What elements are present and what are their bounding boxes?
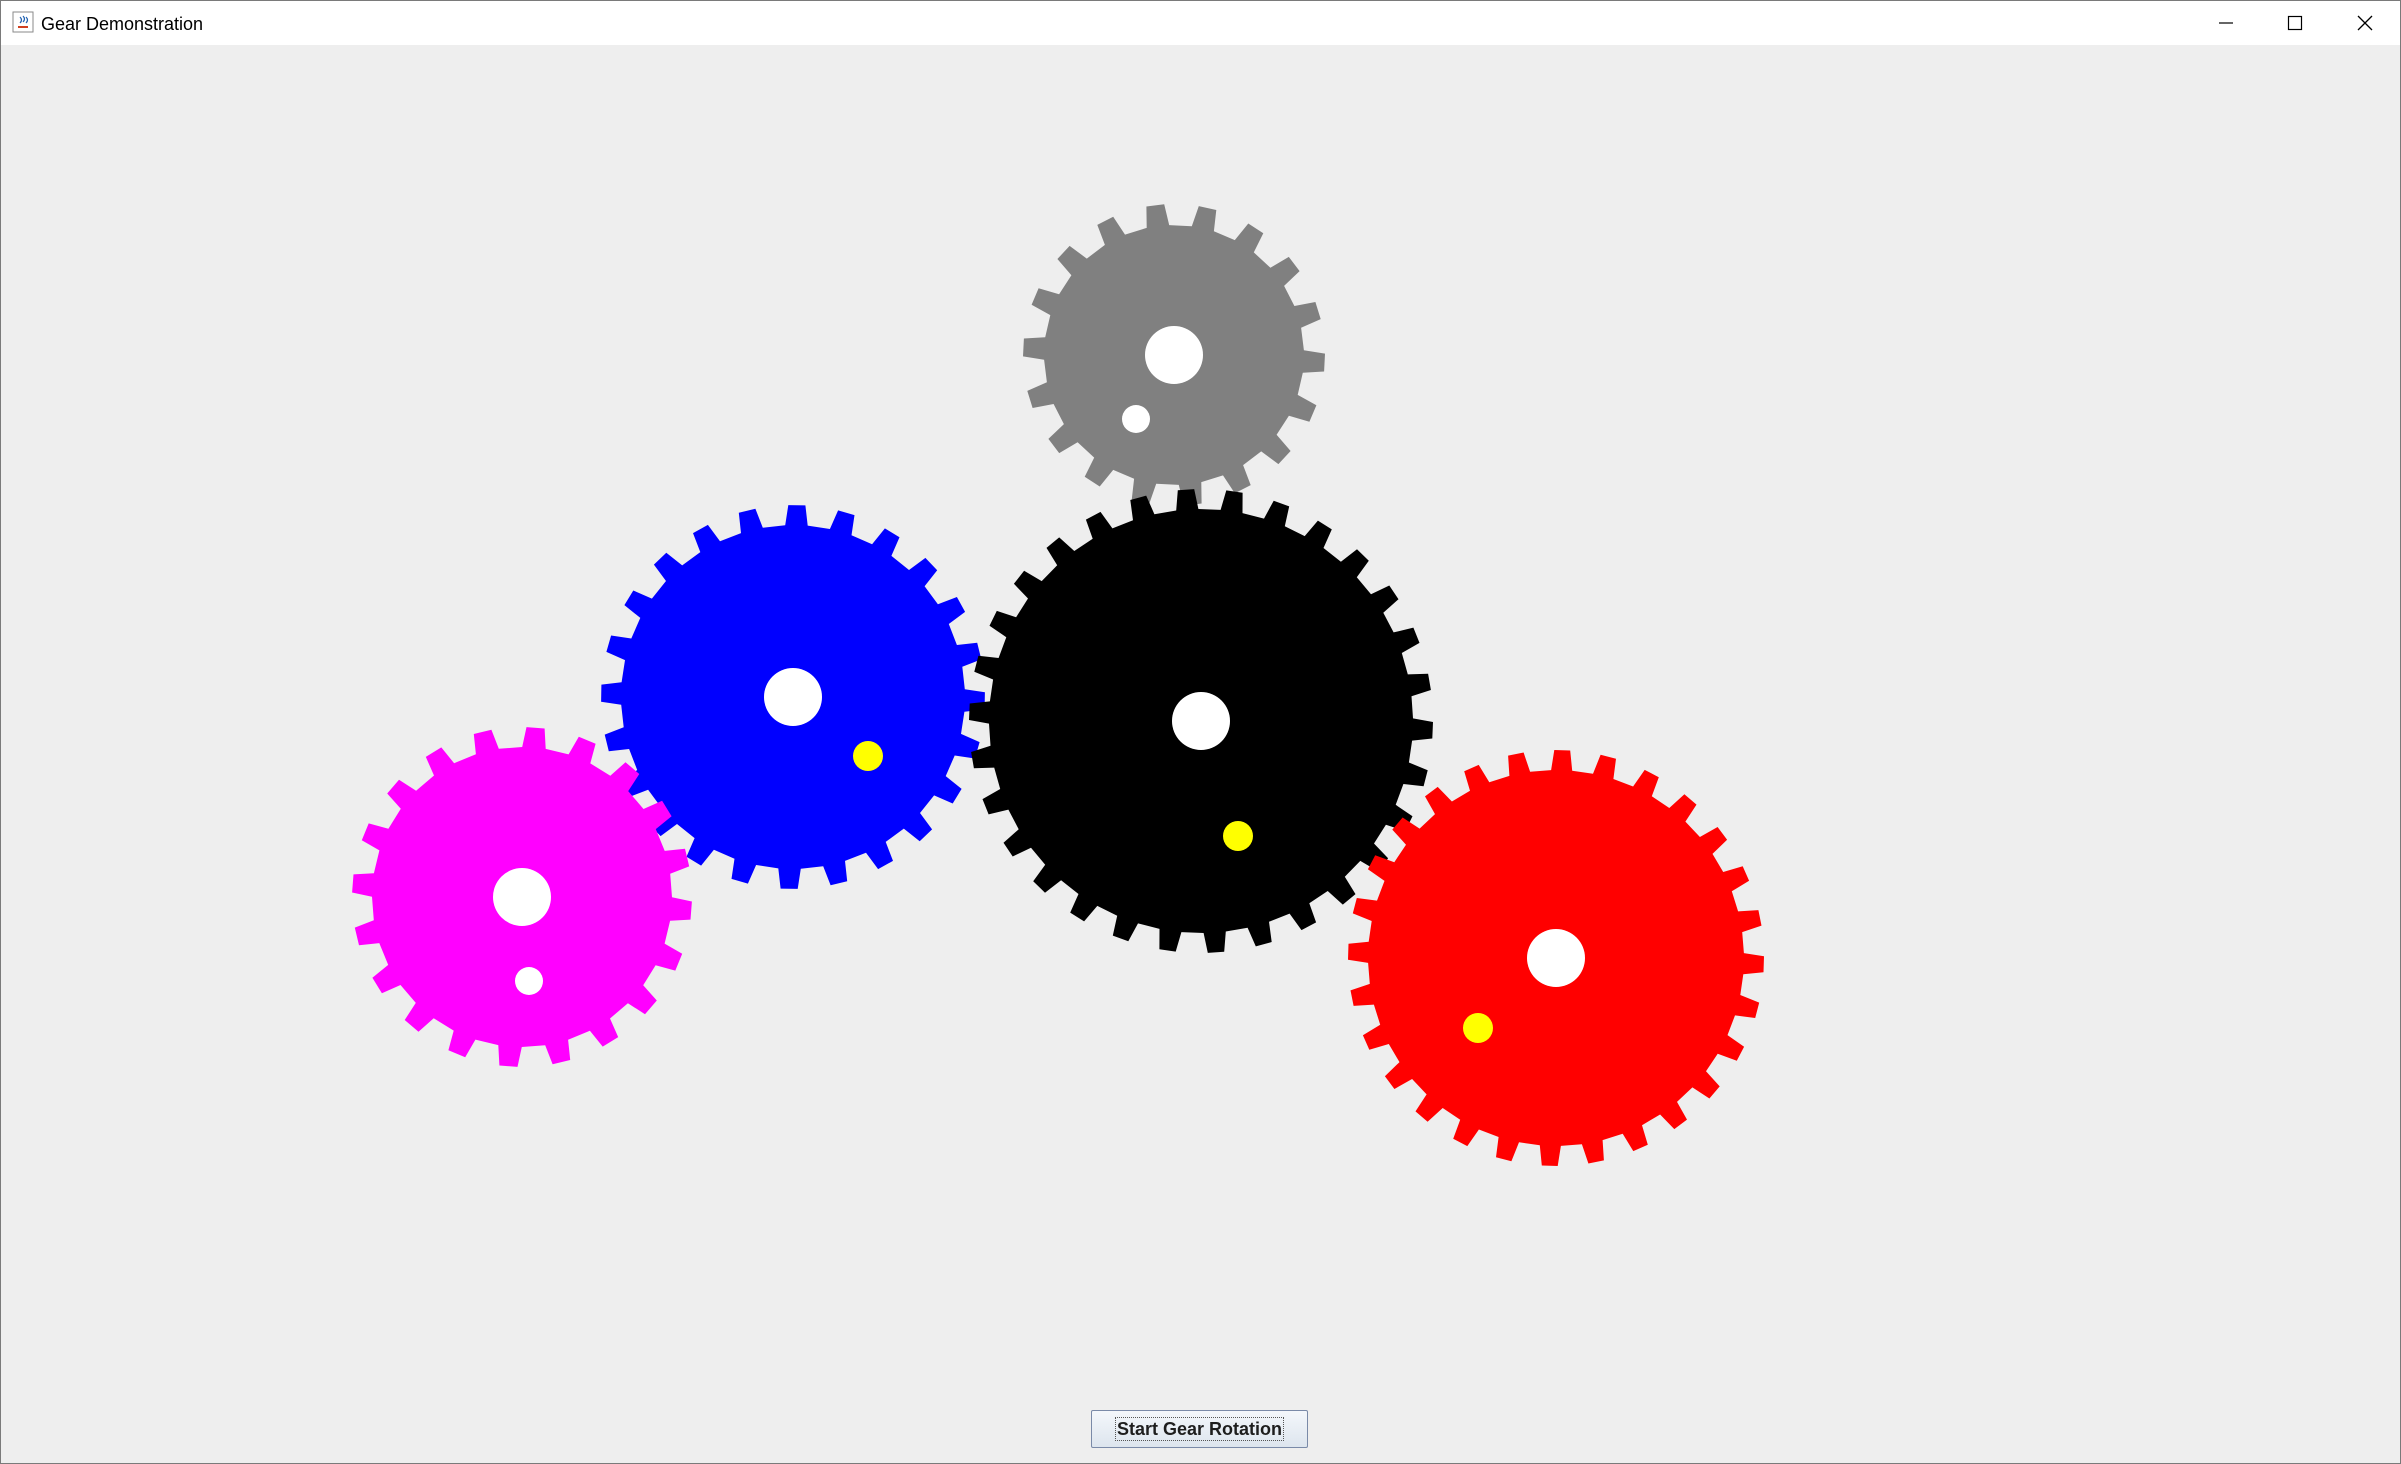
black-gear-marker bbox=[1223, 821, 1253, 851]
red-gear-marker bbox=[1463, 1013, 1493, 1043]
java-app-icon bbox=[12, 11, 34, 33]
minimize-icon bbox=[2219, 22, 2233, 24]
blue-gear-marker bbox=[853, 741, 883, 771]
minimize-button[interactable] bbox=[2192, 1, 2260, 45]
maximize-button[interactable] bbox=[2261, 1, 2329, 45]
maximize-icon bbox=[2287, 15, 2303, 31]
start-button-label: Start Gear Rotation bbox=[1114, 1417, 1285, 1441]
blue-gear-hub bbox=[764, 668, 822, 726]
window-title: Gear Demonstration bbox=[41, 14, 204, 34]
gray-gear-marker bbox=[1122, 405, 1150, 433]
close-button[interactable] bbox=[2331, 1, 2399, 45]
start-gear-rotation-button[interactable]: Start Gear Rotation bbox=[1091, 1410, 1308, 1448]
title-bar[interactable]: Gear Demonstration bbox=[1, 1, 2400, 45]
red-gear bbox=[1348, 750, 1764, 1166]
blue-gear bbox=[601, 505, 985, 889]
black-gear-hub bbox=[1172, 692, 1230, 750]
magenta-gear-hub bbox=[493, 868, 551, 926]
close-icon bbox=[2357, 15, 2373, 31]
gray-gear-hub bbox=[1145, 326, 1203, 384]
gear-drawing bbox=[352, 204, 1764, 1166]
red-gear-hub bbox=[1527, 929, 1585, 987]
gray-gear bbox=[1023, 204, 1325, 506]
app-window: Gear Demonstration Start Gear Rotation bbox=[0, 0, 2401, 1464]
black-gear bbox=[969, 489, 1433, 953]
magenta-gear-marker bbox=[515, 967, 543, 995]
gear-canvas bbox=[1, 45, 2400, 1417]
